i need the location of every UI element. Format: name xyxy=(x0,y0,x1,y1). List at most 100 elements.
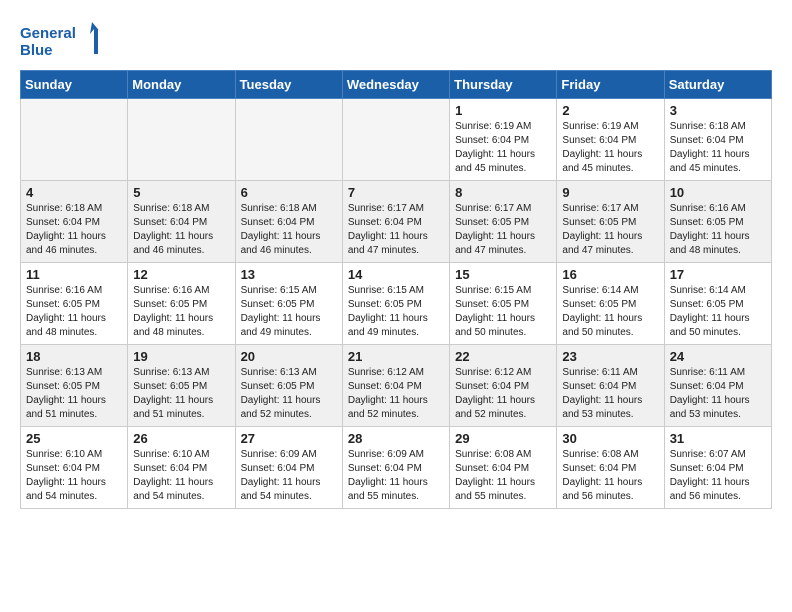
day-number: 9 xyxy=(562,185,658,200)
day-info: Sunrise: 6:18 AM Sunset: 6:04 PM Dayligh… xyxy=(133,202,229,258)
day-number: 2 xyxy=(562,103,658,118)
day-number: 7 xyxy=(348,185,444,200)
calendar-week-row: 1 Sunrise: 6:19 AM Sunset: 6:04 PM Daylig… xyxy=(21,99,772,181)
calendar-day-26: 26Sunrise: 6:10 AM Sunset: 6:04 PM Dayli… xyxy=(128,427,235,509)
day-info: Sunrise: 6:15 AM Sunset: 6:05 PM Dayligh… xyxy=(348,284,444,340)
day-info: Sunrise: 6:10 AM Sunset: 6:04 PM Dayligh… xyxy=(26,448,122,504)
day-number: 6 xyxy=(241,185,337,200)
calendar-day-11: 11Sunrise: 6:16 AM Sunset: 6:05 PM Dayli… xyxy=(21,263,128,345)
day-number: 11 xyxy=(26,267,122,282)
calendar-empty-cell xyxy=(342,99,449,181)
day-number: 3 xyxy=(670,103,766,118)
day-number: 12 xyxy=(133,267,229,282)
day-number: 13 xyxy=(241,267,337,282)
calendar-day-27: 27 Sunrise: 6:09 AM Sunset: 6:04 PM Dayli… xyxy=(235,427,342,509)
day-info: Sunrise: 6:16 AM Sunset: 6:05 PM Dayligh… xyxy=(670,202,766,258)
day-number: 22 xyxy=(455,349,551,364)
day-info: Sunrise: 6:19 AM Sunset: 6:04 PM Dayligh… xyxy=(562,120,658,176)
day-number: 21 xyxy=(348,349,444,364)
calendar-day-19: 19Sunrise: 6:13 AM Sunset: 6:05 PM Dayli… xyxy=(128,345,235,427)
weekday-header-tuesday: Tuesday xyxy=(235,71,342,99)
day-info: Sunrise: 6:11 AM Sunset: 6:04 PM Dayligh… xyxy=(562,366,658,422)
day-info: Sunrise: 6:16 AM Sunset: 6:05 PM Dayligh… xyxy=(133,284,229,340)
day-info: Sunrise: 6:11 AM Sunset: 6:04 PM Dayligh… xyxy=(670,366,766,422)
calendar-day-5: 5Sunrise: 6:18 AM Sunset: 6:04 PM Daylig… xyxy=(128,181,235,263)
svg-text:Blue: Blue xyxy=(20,42,53,59)
day-number: 1 xyxy=(455,103,551,118)
day-number: 4 xyxy=(26,185,122,200)
day-info: Sunrise: 6:17 AM Sunset: 6:05 PM Dayligh… xyxy=(455,202,551,258)
calendar-day-12: 12 Sunrise: 6:16 AM Sunset: 6:05 PM Dayli… xyxy=(128,263,235,345)
day-number: 27 xyxy=(241,431,337,446)
svg-text:General: General xyxy=(20,25,76,42)
day-info: Sunrise: 6:14 AM Sunset: 6:05 PM Dayligh… xyxy=(670,284,766,340)
day-number: 31 xyxy=(670,431,766,446)
calendar-day-1: 1Sunrise: 6:19 AM Sunset: 6:04 PM Daylig… xyxy=(450,99,557,181)
day-info: Sunrise: 6:15 AM Sunset: 6:05 PM Dayligh… xyxy=(455,284,551,340)
day-number: 23 xyxy=(562,349,658,364)
day-info: Sunrise: 6:17 AM Sunset: 6:04 PM Dayligh… xyxy=(348,202,444,258)
weekday-header-sunday: Sunday xyxy=(21,71,128,99)
day-info: Sunrise: 6:08 AM Sunset: 6:04 PM Dayligh… xyxy=(455,448,551,504)
day-number: 19 xyxy=(133,349,229,364)
day-info: Sunrise: 6:18 AM Sunset: 6:04 PM Dayligh… xyxy=(26,202,122,258)
calendar-day-28: 28Sunrise: 6:09 AM Sunset: 6:04 PM Dayli… xyxy=(342,427,449,509)
day-info: Sunrise: 6:07 AM Sunset: 6:04 PM Dayligh… xyxy=(670,448,766,504)
calendar-day-2: 2 Sunrise: 6:19 AM Sunset: 6:04 PM Daylig… xyxy=(557,99,664,181)
day-number: 14 xyxy=(348,267,444,282)
calendar-day-14: 14 Sunrise: 6:15 AM Sunset: 6:05 PM Dayli… xyxy=(342,263,449,345)
day-info: Sunrise: 6:09 AM Sunset: 6:04 PM Dayligh… xyxy=(348,448,444,504)
calendar-day-16: 16 Sunrise: 6:14 AM Sunset: 6:05 PM Dayli… xyxy=(557,263,664,345)
day-number: 15 xyxy=(455,267,551,282)
calendar-week-row: 4 Sunrise: 6:18 AM Sunset: 6:04 PM Daylig… xyxy=(21,181,772,263)
calendar-day-7: 7 Sunrise: 6:17 AM Sunset: 6:04 PM Daylig… xyxy=(342,181,449,263)
calendar-day-15: 15 Sunrise: 6:15 AM Sunset: 6:05 PM Dayli… xyxy=(450,263,557,345)
day-info: Sunrise: 6:09 AM Sunset: 6:04 PM Dayligh… xyxy=(241,448,337,504)
calendar-day-21: 21 Sunrise: 6:12 AM Sunset: 6:04 PM Dayli… xyxy=(342,345,449,427)
calendar-day-6: 6 Sunrise: 6:18 AM Sunset: 6:04 PM Daylig… xyxy=(235,181,342,263)
day-info: Sunrise: 6:18 AM Sunset: 6:04 PM Dayligh… xyxy=(241,202,337,258)
calendar-day-23: 23 Sunrise: 6:11 AM Sunset: 6:04 PM Dayli… xyxy=(557,345,664,427)
day-info: Sunrise: 6:12 AM Sunset: 6:04 PM Dayligh… xyxy=(348,366,444,422)
day-number: 8 xyxy=(455,185,551,200)
weekday-header-monday: Monday xyxy=(128,71,235,99)
day-info: Sunrise: 6:12 AM Sunset: 6:04 PM Dayligh… xyxy=(455,366,551,422)
day-number: 16 xyxy=(562,267,658,282)
weekday-header-wednesday: Wednesday xyxy=(342,71,449,99)
calendar-week-row: 11 Sunrise: 6:16 AM Sunset: 6:05 PM Dayli… xyxy=(21,263,772,345)
calendar-day-29: 29Sunrise: 6:08 AM Sunset: 6:04 PM Dayli… xyxy=(450,427,557,509)
day-info: Sunrise: 6:13 AM Sunset: 6:05 PM Dayligh… xyxy=(26,366,122,422)
calendar-day-24: 24Sunrise: 6:11 AM Sunset: 6:04 PM Dayli… xyxy=(664,345,771,427)
logo-svg: General Blue xyxy=(20,20,110,60)
day-info: Sunrise: 6:17 AM Sunset: 6:05 PM Dayligh… xyxy=(562,202,658,258)
weekday-header-saturday: Saturday xyxy=(664,71,771,99)
calendar-day-18: 18 Sunrise: 6:13 AM Sunset: 6:05 PM Dayli… xyxy=(21,345,128,427)
calendar-day-25: 25 Sunrise: 6:10 AM Sunset: 6:04 PM Dayli… xyxy=(21,427,128,509)
day-info: Sunrise: 6:18 AM Sunset: 6:04 PM Dayligh… xyxy=(670,120,766,176)
calendar-empty-cell xyxy=(235,99,342,181)
day-number: 30 xyxy=(562,431,658,446)
calendar-empty-cell xyxy=(21,99,128,181)
day-info: Sunrise: 6:10 AM Sunset: 6:04 PM Dayligh… xyxy=(133,448,229,504)
day-info: Sunrise: 6:14 AM Sunset: 6:05 PM Dayligh… xyxy=(562,284,658,340)
calendar-day-30: 30Sunrise: 6:08 AM Sunset: 6:04 PM Dayli… xyxy=(557,427,664,509)
calendar-day-3: 3 Sunrise: 6:18 AM Sunset: 6:04 PM Daylig… xyxy=(664,99,771,181)
calendar-table: SundayMondayTuesdayWednesdayThursdayFrid… xyxy=(20,70,772,509)
day-number: 20 xyxy=(241,349,337,364)
logo: General Blue xyxy=(20,20,110,60)
day-number: 25 xyxy=(26,431,122,446)
calendar-day-20: 20Sunrise: 6:13 AM Sunset: 6:05 PM Dayli… xyxy=(235,345,342,427)
calendar-day-10: 10Sunrise: 6:16 AM Sunset: 6:05 PM Dayli… xyxy=(664,181,771,263)
weekday-header-friday: Friday xyxy=(557,71,664,99)
calendar-day-17: 17Sunrise: 6:14 AM Sunset: 6:05 PM Dayli… xyxy=(664,263,771,345)
weekday-header-row: SundayMondayTuesdayWednesdayThursdayFrid… xyxy=(21,71,772,99)
day-info: Sunrise: 6:15 AM Sunset: 6:05 PM Dayligh… xyxy=(241,284,337,340)
calendar-day-4: 4 Sunrise: 6:18 AM Sunset: 6:04 PM Daylig… xyxy=(21,181,128,263)
calendar-week-row: 18 Sunrise: 6:13 AM Sunset: 6:05 PM Dayli… xyxy=(21,345,772,427)
calendar-day-8: 8 Sunrise: 6:17 AM Sunset: 6:05 PM Daylig… xyxy=(450,181,557,263)
calendar-day-13: 13 Sunrise: 6:15 AM Sunset: 6:05 PM Dayli… xyxy=(235,263,342,345)
calendar-empty-cell xyxy=(128,99,235,181)
day-number: 18 xyxy=(26,349,122,364)
page-header: General Blue xyxy=(20,20,772,60)
calendar-week-row: 25 Sunrise: 6:10 AM Sunset: 6:04 PM Dayli… xyxy=(21,427,772,509)
